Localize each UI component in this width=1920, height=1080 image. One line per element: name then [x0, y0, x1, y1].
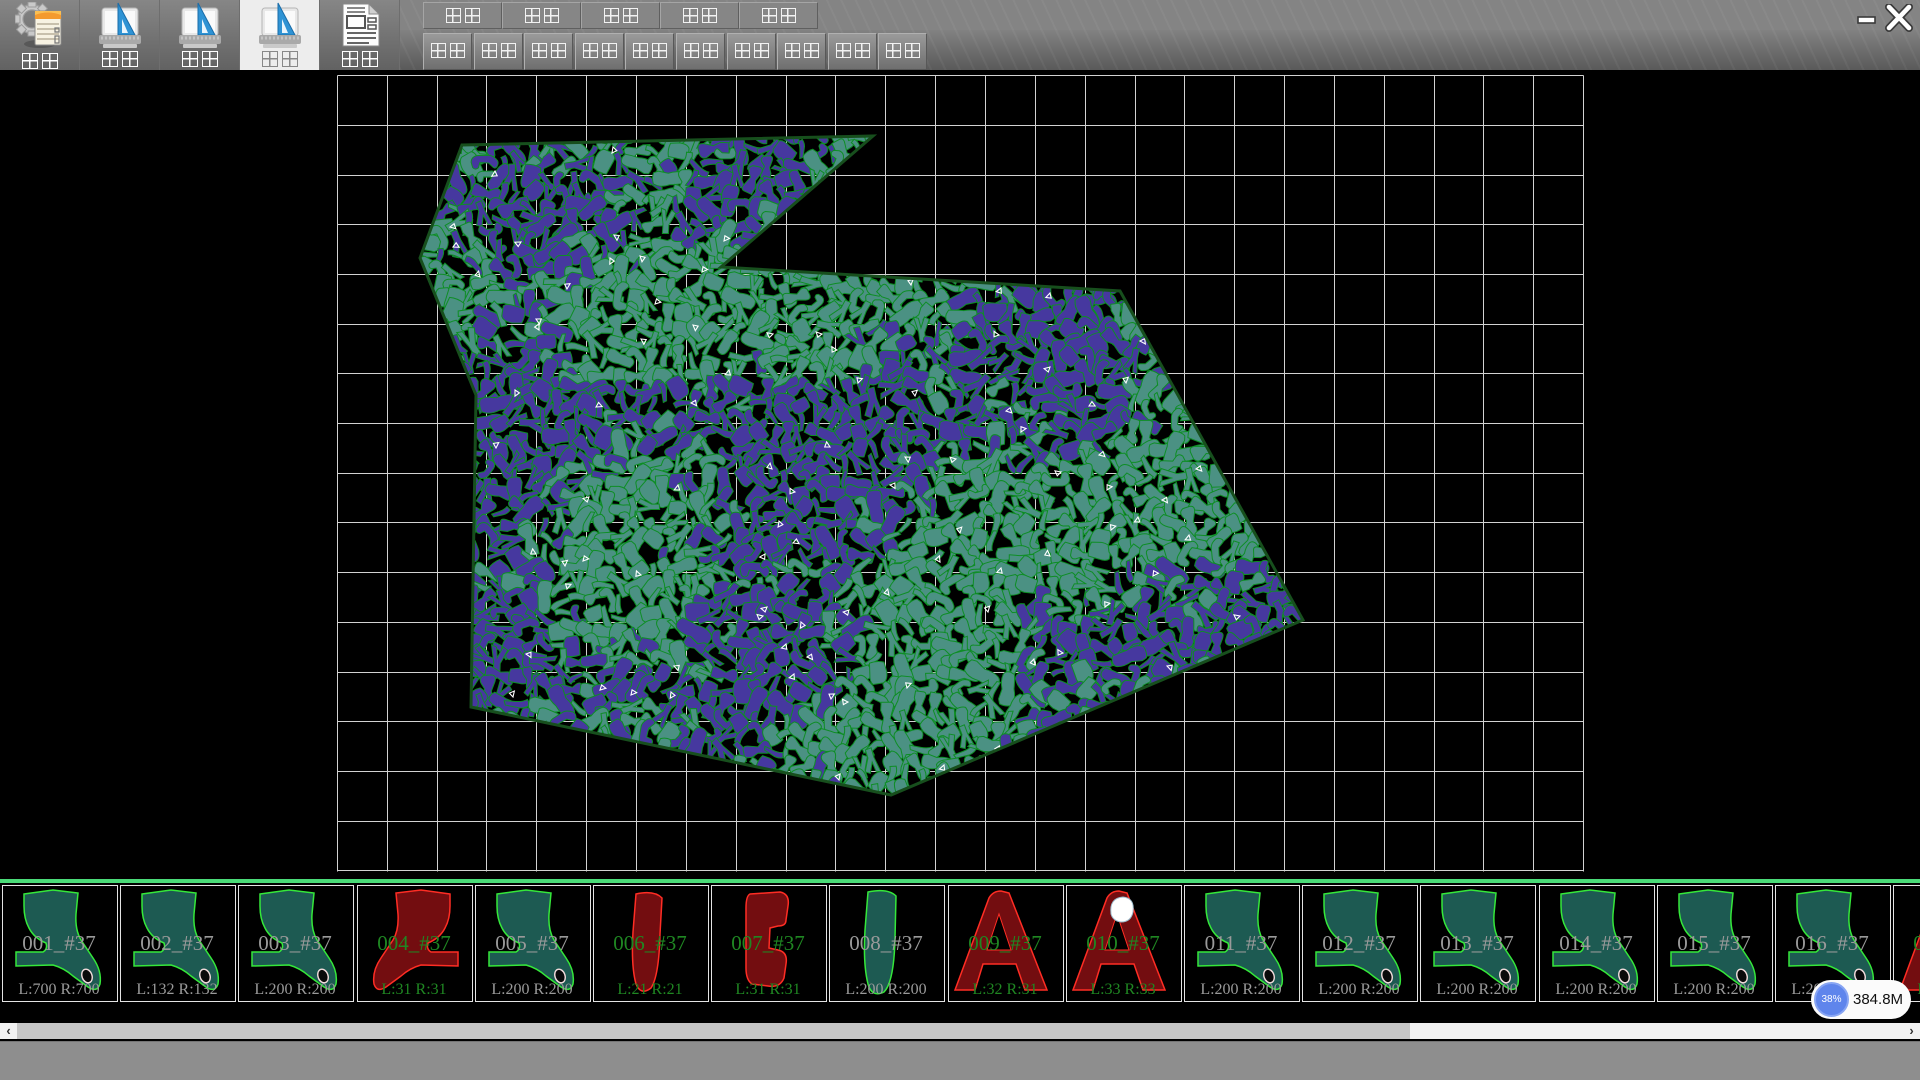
- svg-text:L:200 R:200: L:200 R:200: [1200, 981, 1281, 998]
- svg-text:014_#37: 014_#37: [1559, 931, 1633, 955]
- svg-text:L:21 R:21: L:21 R:21: [617, 981, 682, 998]
- svg-text:003_#37: 003_#37: [258, 931, 332, 955]
- svg-text:L:32 R:31: L:32 R:31: [972, 981, 1037, 998]
- svg-text:L:200 R:200: L:200 R:200: [845, 981, 926, 998]
- svg-text:005_#37: 005_#37: [495, 931, 569, 955]
- svg-text:L:200 R:200: L:200 R:200: [1555, 981, 1636, 998]
- svg-text:004_#37: 004_#37: [377, 931, 451, 955]
- svg-text:010_#37: 010_#37: [1086, 931, 1160, 955]
- svg-text:L:700 R:700: L:700 R:700: [18, 981, 99, 998]
- svg-text:012_#37: 012_#37: [1322, 931, 1396, 955]
- svg-text:006_#37: 006_#37: [613, 931, 687, 955]
- svg-text:L:200 R:200: L:200 R:200: [254, 981, 335, 998]
- svg-text:L:132 R:132: L:132 R:132: [136, 981, 217, 998]
- svg-text:017_#37: 017_#37: [1913, 931, 1920, 955]
- svg-text:001_#37: 001_#37: [22, 931, 96, 955]
- svg-text:013_#37: 013_#37: [1440, 931, 1514, 955]
- svg-text:L:200 R:200: L:200 R:200: [491, 981, 572, 998]
- svg-text:016_#37: 016_#37: [1795, 931, 1869, 955]
- svg-text:007_#37: 007_#37: [731, 931, 805, 955]
- svg-text:008_#37: 008_#37: [849, 931, 923, 955]
- svg-text:L:31 R:31: L:31 R:31: [735, 981, 800, 998]
- svg-text:L:31 R:31: L:31 R:31: [381, 981, 446, 998]
- svg-text:009_#37: 009_#37: [968, 931, 1042, 955]
- svg-text:L:200 R:200: L:200 R:200: [1318, 981, 1399, 998]
- svg-text:L:33 R:33: L:33 R:33: [1090, 981, 1155, 998]
- svg-text:L:200 R:200: L:200 R:200: [1436, 981, 1517, 998]
- svg-text:011_#37: 011_#37: [1205, 931, 1278, 955]
- svg-text:002_#37: 002_#37: [140, 931, 214, 955]
- svg-text:L:200 R:200: L:200 R:200: [1673, 981, 1754, 998]
- svg-text:015_#37: 015_#37: [1677, 931, 1751, 955]
